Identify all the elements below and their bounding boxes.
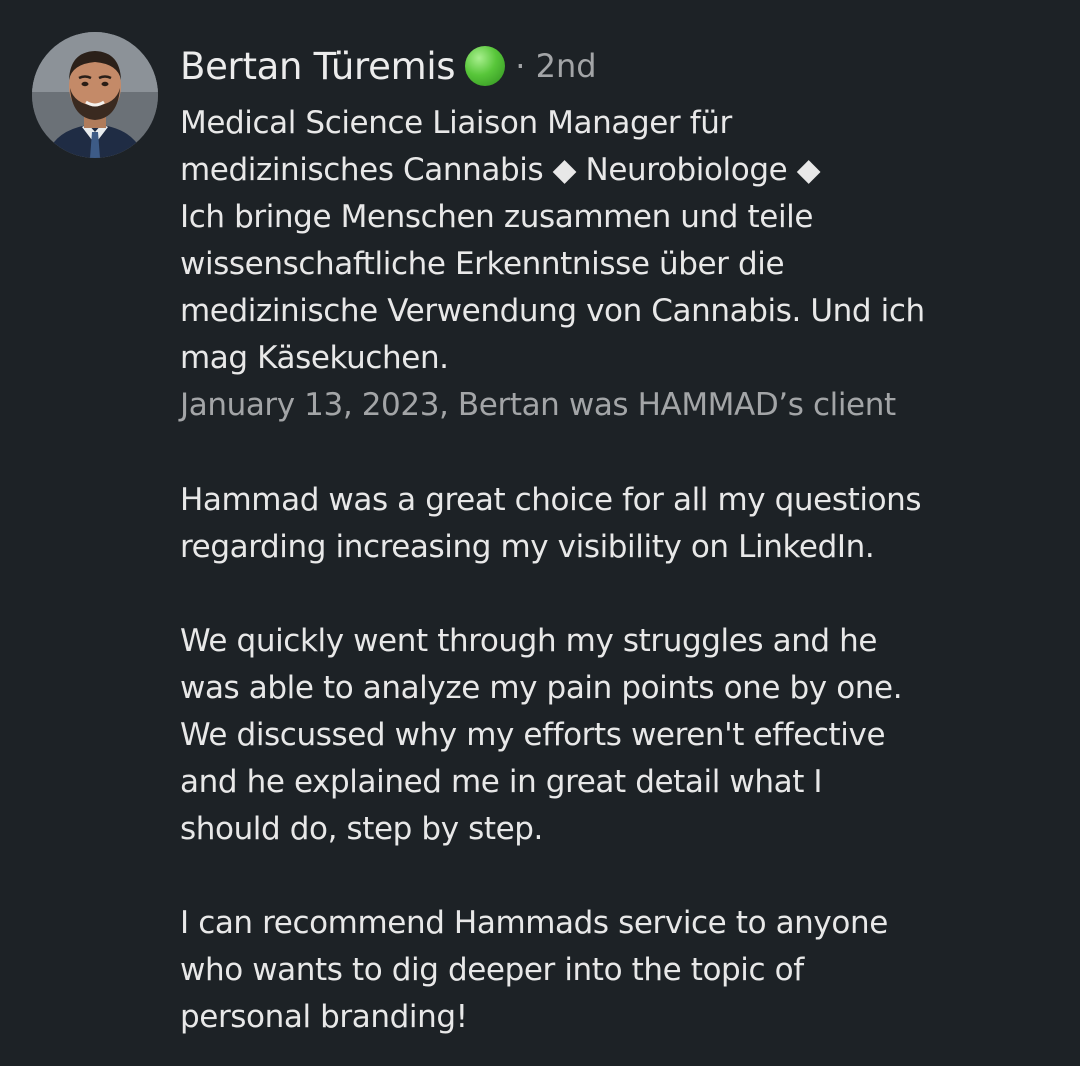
recommendation-content: Bertan Türemis · 2nd Medical Science Lia… (180, 38, 1060, 1041)
recommendation-meta: January 13, 2023, Bertan was HAMMAD’s cl… (180, 387, 896, 423)
recommendation-paragraph: I can recommend Hammads service to anyon… (180, 905, 888, 1035)
avatar[interactable] (32, 32, 158, 158)
author-name[interactable]: Bertan Türemis (180, 45, 456, 88)
recommendation-paragraph: Hammad was a great choice for all my que… (180, 482, 922, 565)
author-header: Bertan Türemis · 2nd (180, 38, 1060, 94)
author-headline: Medical Science Liaison Manager für medi… (180, 105, 925, 376)
connection-degree: · 2nd (515, 47, 597, 85)
green-circle-icon (465, 46, 506, 86)
profile-photo (32, 32, 158, 158)
recommendation-text: Hammad was a great choice for all my que… (180, 477, 1060, 1041)
recommendation-paragraph: We quickly went through my struggles and… (180, 623, 903, 847)
